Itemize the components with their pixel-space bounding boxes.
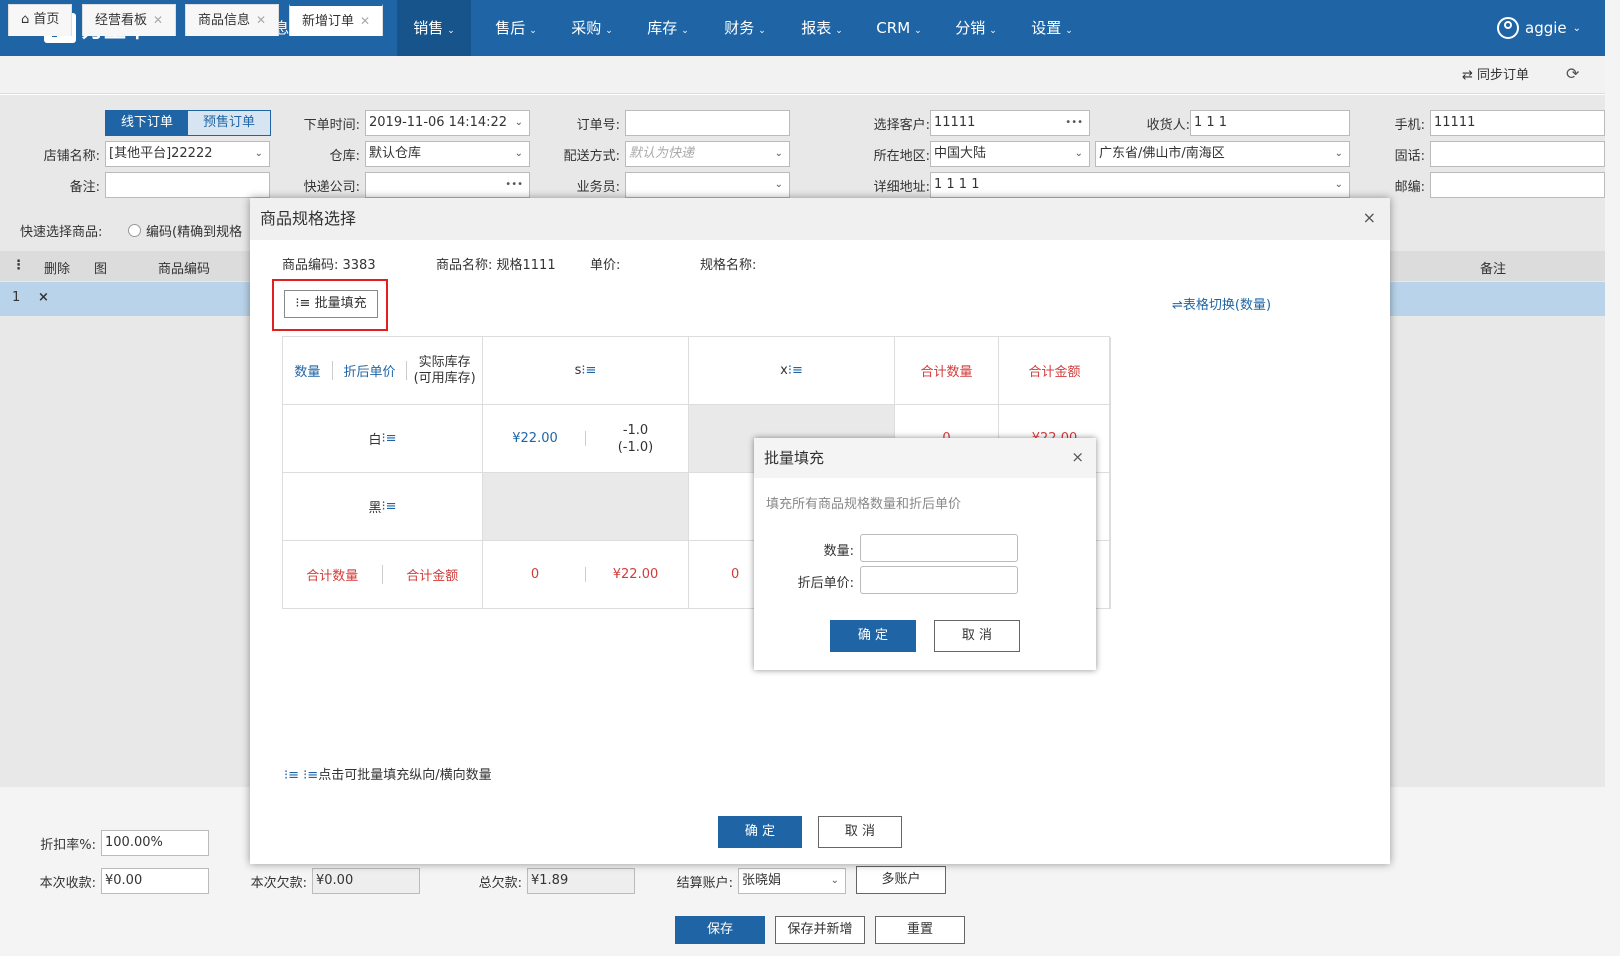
th-price: 折后单价 [333, 361, 408, 380]
bulk-fill-icon: ⁝≡ ⁝≡ [284, 768, 319, 783]
sum-x-qty: 0 [731, 567, 740, 582]
window-scrollbar[interactable] [1605, 0, 1620, 956]
modal-cancel-button[interactable]: 取 消 [818, 816, 902, 848]
bulk-fill-icon: ⁝≡ [381, 499, 397, 514]
th-spec-s[interactable]: s ⁝≡ [483, 337, 689, 405]
bulk-fill-icon: ⁝≡ [787, 363, 803, 378]
cell-white-s[interactable]: ¥22.00 -1.0 (-1.0) [483, 405, 689, 473]
table-switch-link[interactable]: ⇌表格切换(数量) [1172, 294, 1271, 313]
sum-amt-label: 合计金额 [406, 569, 459, 584]
bulk-fill-icon: ⁝≡ [295, 296, 315, 311]
th-total-amt: 合计金额 [999, 337, 1111, 405]
close-icon[interactable]: × [1071, 448, 1084, 466]
dialog-title: 批量填充 [754, 438, 1096, 478]
white-s-price[interactable]: ¥22.00 [486, 431, 586, 446]
th-qty: 数量 [283, 361, 333, 380]
spec-name-text: 规格名称: [700, 258, 757, 273]
goods-code-text: 商品编码: 3383 [282, 258, 376, 273]
unit-price-text: 单价: [590, 258, 621, 273]
cell-black-s [483, 473, 689, 541]
goods-name-text: 商品名称: 规格1111 [436, 258, 556, 273]
dialog-ok-button[interactable]: 确 定 [830, 620, 916, 652]
spec-table-corner: 数量 折后单价 实际库存 (可用库存) [283, 337, 483, 405]
dialog-cancel-button[interactable]: 取 消 [934, 620, 1020, 652]
bulk-fill-dialog: 批量填充 × 填充所有商品规格数量和折后单价 数量: 折后单价: 确 定 取 消 [754, 438, 1096, 670]
th-stock: 实际库存 (可用库存) [413, 354, 476, 386]
bulk-fill-button[interactable]: ⁝≡ 批量填充 [284, 290, 378, 318]
sum-s-qty: 0 [486, 567, 586, 582]
sum-s: 0 ¥22.00 [483, 541, 689, 609]
close-icon[interactable]: × [1363, 208, 1376, 227]
bulk-fill-icon: ⁝≡ [581, 363, 597, 378]
th-spec-x[interactable]: x ⁝≡ [689, 337, 895, 405]
dialog-qty-label: 数量: [823, 544, 854, 559]
dialog-price-label: 折后单价: [797, 576, 854, 591]
dialog-qty-input[interactable] [860, 534, 1018, 562]
modal-ok-button[interactable]: 确 定 [718, 816, 802, 848]
sum-s-amt: ¥22.00 [612, 567, 659, 582]
white-s-stock: -1.0 (-1.0) [617, 422, 654, 455]
bulk-fill-hint: ⁝≡ ⁝≡点击可批量填充纵向/横向数量 [284, 768, 492, 783]
dialog-desc: 填充所有商品规格数量和折后单价 [766, 497, 962, 512]
sum-row-label: 合计数量 合计金额 [283, 541, 483, 609]
modal-title: 商品规格选择 [250, 198, 1390, 240]
th-total-qty: 合计数量 [895, 337, 999, 405]
sum-qty-label: 合计数量 [283, 565, 383, 584]
dialog-price-input[interactable] [860, 566, 1018, 594]
row-black-label[interactable]: 黑 ⁝≡ [283, 473, 483, 541]
row-white-label[interactable]: 白 ⁝≡ [283, 405, 483, 473]
bulk-fill-icon: ⁝≡ [381, 431, 397, 446]
